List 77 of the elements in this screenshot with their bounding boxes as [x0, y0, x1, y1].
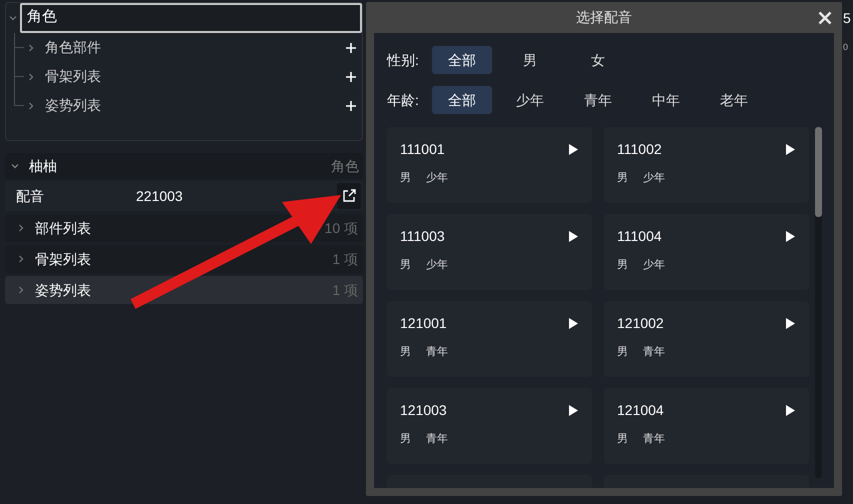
gender-tag: 男 [400, 344, 426, 360]
filter-chip[interactable]: 少年 [500, 86, 560, 114]
voice-card[interactable]: 111004 男 少年 [604, 214, 809, 290]
voice-id: 111003 [400, 227, 445, 246]
play-icon[interactable] [786, 144, 795, 155]
chevron-right-icon[interactable] [17, 286, 25, 294]
name-input-field[interactable]: 角色 [20, 2, 362, 32]
filter-chip[interactable]: 老年 [704, 86, 764, 114]
voice-id: 121002 [617, 314, 664, 333]
age-tag: 少年 [643, 170, 665, 186]
filter-chip[interactable]: 全部 [432, 86, 492, 114]
play-icon[interactable] [569, 144, 578, 155]
gender-tag: 男 [617, 344, 643, 360]
chevron-right-icon[interactable] [27, 72, 35, 80]
age-tag: 青年 [426, 431, 448, 448]
chevron-right-icon[interactable] [27, 102, 35, 110]
voice-card[interactable]: 111003 男 少年 [387, 214, 592, 290]
voice-id: 111001 [400, 140, 445, 159]
age-tag: 青年 [426, 344, 448, 360]
voice-card[interactable]: 111002 男 少年 [604, 127, 809, 203]
filter-chip[interactable]: 女 [568, 46, 628, 74]
field-label: 配音 [16, 186, 45, 206]
scrollbar[interactable] [815, 127, 822, 478]
filter-chip[interactable]: 中年 [636, 86, 696, 114]
age-tag: 青年 [643, 344, 665, 360]
voice-card[interactable]: 121001 男 青年 [387, 301, 592, 377]
chevron-down-icon[interactable] [11, 162, 19, 170]
gender-tag: 男 [400, 170, 426, 186]
voice-card[interactable]: 111001 男 少年 [387, 127, 592, 203]
field-value: 221003 [136, 186, 184, 206]
add-icon[interactable] [346, 42, 356, 52]
chevron-right-icon[interactable] [17, 224, 25, 232]
add-icon[interactable] [346, 100, 356, 110]
voice-id: 111004 [617, 227, 662, 246]
voice-id: 121004 [617, 401, 664, 420]
external-link-icon[interactable] [337, 183, 361, 209]
edge-text: 0 [843, 41, 850, 54]
list-row[interactable]: 骨架列表 1 项 [5, 245, 363, 273]
list-row[interactable]: 姿势列表 1 项 [5, 276, 363, 304]
filter-chip[interactable]: 男 [500, 46, 560, 74]
voice-card[interactable]: 121003 男 青年 [387, 388, 592, 464]
voice-card[interactable]: 121004 男 青年 [604, 388, 809, 464]
play-icon[interactable] [569, 405, 578, 416]
play-icon[interactable] [786, 405, 795, 416]
age-tag: 青年 [643, 431, 665, 448]
gender-tag: 男 [400, 257, 426, 274]
play-icon[interactable] [786, 318, 795, 329]
gender-tag: 男 [617, 431, 643, 448]
gender-tag: 男 [617, 170, 643, 186]
tree-item[interactable]: 角色部件 [45, 37, 346, 58]
close-icon[interactable] [818, 11, 832, 25]
filter-label: 年龄: [387, 90, 420, 110]
tree-item[interactable]: 姿势列表 [45, 95, 346, 116]
age-tag: 少年 [426, 257, 448, 274]
play-icon[interactable] [569, 231, 578, 242]
add-icon[interactable] [346, 72, 356, 82]
chevron-down-icon[interactable] [9, 14, 17, 22]
play-icon[interactable] [569, 318, 578, 329]
chevron-right-icon[interactable] [17, 255, 25, 263]
gender-tag: 男 [400, 431, 426, 448]
scrollbar-thumb[interactable] [815, 127, 822, 217]
filter-chip[interactable]: 全部 [432, 46, 492, 74]
tree-item[interactable]: 骨架列表 [45, 66, 346, 87]
dialog-title: 选择配音 [576, 8, 632, 27]
voice-card[interactable]: 121002 男 青年 [604, 301, 809, 377]
chevron-right-icon[interactable] [27, 44, 35, 52]
voice-id: 121003 [400, 401, 447, 420]
age-tag: 少年 [643, 257, 665, 274]
play-icon[interactable] [786, 231, 795, 242]
section-header[interactable]: 柚柚 角色 [5, 153, 363, 179]
gender-tag: 男 [617, 257, 643, 274]
voice-id: 121001 [400, 314, 447, 333]
edge-text: 5 [843, 9, 852, 28]
age-tag: 少年 [426, 170, 448, 186]
voice-id: 111002 [617, 140, 662, 159]
filter-chip[interactable]: 青年 [568, 86, 628, 114]
filter-label: 性别: [387, 50, 420, 70]
